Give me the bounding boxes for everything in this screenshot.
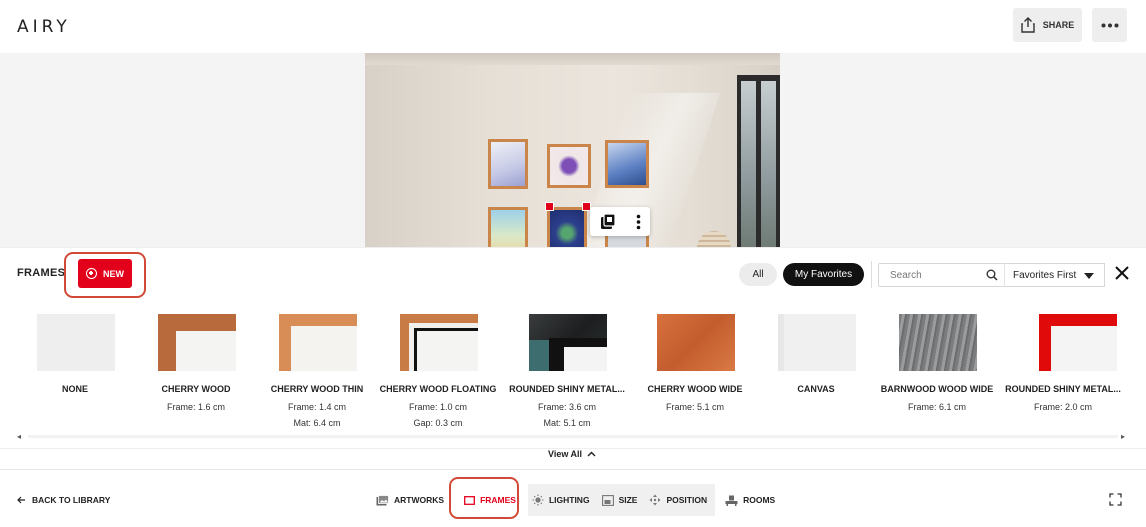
close-icon[interactable] <box>1113 264 1131 282</box>
frame-spec: Frame: 3.6 cm <box>537 402 596 412</box>
frame-spec-secondary: Mat: 5.1 cm <box>543 418 591 428</box>
artwork-2[interactable] <box>547 144 591 188</box>
copy-stack-icon[interactable] <box>600 213 617 230</box>
top-bar: AIRY SHARE <box>0 0 1146 53</box>
tool-rooms-label: ROOMS <box>743 495 776 505</box>
new-frame-label: NEW <box>103 268 124 279</box>
frame-name: CHERRY WOOD <box>161 384 231 394</box>
lighting-icon <box>532 494 544 506</box>
room-window <box>737 75 780 247</box>
plus-circle-icon <box>86 268 97 279</box>
frames-tool-highlight <box>449 477 519 519</box>
bottom-toolbar: BACK TO LIBRARY ARTWORKS FRAMES LIGHTING <box>0 469 1146 527</box>
share-label: SHARE <box>1042 20 1075 30</box>
frame-thumbnail <box>1039 314 1117 371</box>
filter-favorites-chip[interactable]: My Favorites <box>783 263 864 286</box>
frame-name: CHERRY WOOD FLOATING <box>379 384 497 394</box>
pendant-lamp <box>697 231 731 247</box>
tool-size[interactable]: SIZE <box>597 484 646 516</box>
frame-thumbnail <box>279 314 357 371</box>
back-to-library-label: BACK TO LIBRARY <box>32 495 111 505</box>
arrow-left-icon <box>17 496 25 504</box>
rooms-icon <box>725 495 738 506</box>
selection-handle-left[interactable] <box>545 202 554 211</box>
tool-position[interactable]: POSITION <box>645 484 716 516</box>
frames-panel: FRAMES NEW All My Favorites Favorites Fi… <box>0 247 1146 469</box>
more-options-button[interactable] <box>1092 8 1127 42</box>
tool-tabs: ARTWORKS FRAMES LIGHTING SIZE POSITION R… <box>372 484 783 516</box>
artwork-5-selected[interactable] <box>547 207 587 247</box>
frame-thumbnail <box>400 314 478 371</box>
back-to-library-button[interactable]: BACK TO LIBRARY <box>17 495 110 505</box>
fullscreen-icon[interactable] <box>1109 493 1122 506</box>
frame-name: ROUNDED SHINY METAL... <box>509 384 625 394</box>
tool-rooms[interactable]: ROOMS <box>715 484 783 516</box>
chevron-down-icon <box>1084 273 1094 279</box>
frame-name: CHERRY WOOD THIN <box>270 384 364 394</box>
filter-all-chip[interactable]: All <box>739 263 777 286</box>
frame-spec: Frame: 1.4 cm <box>287 402 346 412</box>
room-preview[interactable] <box>365 53 780 247</box>
sort-select[interactable]: Favorites First <box>1004 263 1105 287</box>
more-icon <box>1101 23 1118 27</box>
frame-spec: Frame: 5.1 cm <box>665 402 724 412</box>
artwork-context-toolbar <box>590 207 650 236</box>
search-input[interactable] <box>879 264 979 286</box>
scroll-left-icon[interactable]: ◂ <box>17 432 21 441</box>
artworks-icon <box>376 494 389 505</box>
frame-name: BARNWOOD WOOD WIDE <box>880 384 994 394</box>
artwork-3[interactable] <box>605 140 649 188</box>
tool-position-label: POSITION <box>666 495 708 505</box>
view-all-label: View All <box>548 449 583 459</box>
share-button[interactable]: SHARE <box>1013 8 1082 42</box>
size-icon <box>601 494 614 506</box>
frame-spec: Frame: 1.0 cm <box>408 402 467 412</box>
frame-name: CHERRY WOOD WIDE <box>647 384 743 394</box>
frame-spec: Frame: 6.1 cm <box>907 402 966 412</box>
frame-thumbnail <box>158 314 236 371</box>
position-icon <box>649 494 661 506</box>
app-logo[interactable]: AIRY <box>17 17 71 37</box>
filter-divider <box>871 261 872 288</box>
panel-title: FRAMES <box>17 267 66 279</box>
chevron-up-icon <box>587 451 596 457</box>
search-icon[interactable] <box>986 269 998 281</box>
frame-thumbnail <box>37 314 115 371</box>
tool-size-label: SIZE <box>618 495 638 505</box>
new-frame-button[interactable]: NEW <box>78 259 132 288</box>
share-icon <box>1021 17 1035 33</box>
tool-artworks-label: ARTWORKS <box>394 495 445 505</box>
room-ceiling <box>365 53 780 65</box>
frame-name: NONE <box>61 384 88 394</box>
frame-spec: Frame: 1.6 cm <box>166 402 225 412</box>
frame-thumbnail <box>899 314 977 371</box>
scroll-right-icon[interactable]: ▸ <box>1121 432 1125 441</box>
artwork-4[interactable] <box>488 207 528 247</box>
frame-spec: Frame: 2.0 cm <box>1033 402 1092 412</box>
tool-artworks[interactable]: ARTWORKS <box>372 484 452 516</box>
tool-lighting[interactable]: LIGHTING <box>527 484 598 516</box>
tool-lighting-label: LIGHTING <box>548 495 590 505</box>
artwork-1[interactable] <box>488 139 528 189</box>
view-all-button[interactable]: View All <box>548 449 596 459</box>
frame-thumbnail <box>778 314 856 371</box>
search-field <box>878 263 1005 287</box>
vertical-dots-icon[interactable] <box>636 214 641 230</box>
frame-thumbnail <box>529 314 607 371</box>
sort-selected-value: Favorites First <box>1013 269 1077 281</box>
frame-spec-secondary: Gap: 0.3 cm <box>413 418 463 428</box>
frames-carousel: NONE CHERRY WOOD Frame: 1.6 cm CHERRY WO… <box>0 310 1146 435</box>
frame-spec-secondary: Mat: 6.4 cm <box>293 418 341 428</box>
frame-name: CANVAS <box>797 384 835 394</box>
frame-name: ROUNDED SHINY METAL... <box>1005 384 1121 394</box>
frame-thumbnail <box>657 314 735 371</box>
carousel-scrollbar[interactable] <box>28 435 1118 438</box>
